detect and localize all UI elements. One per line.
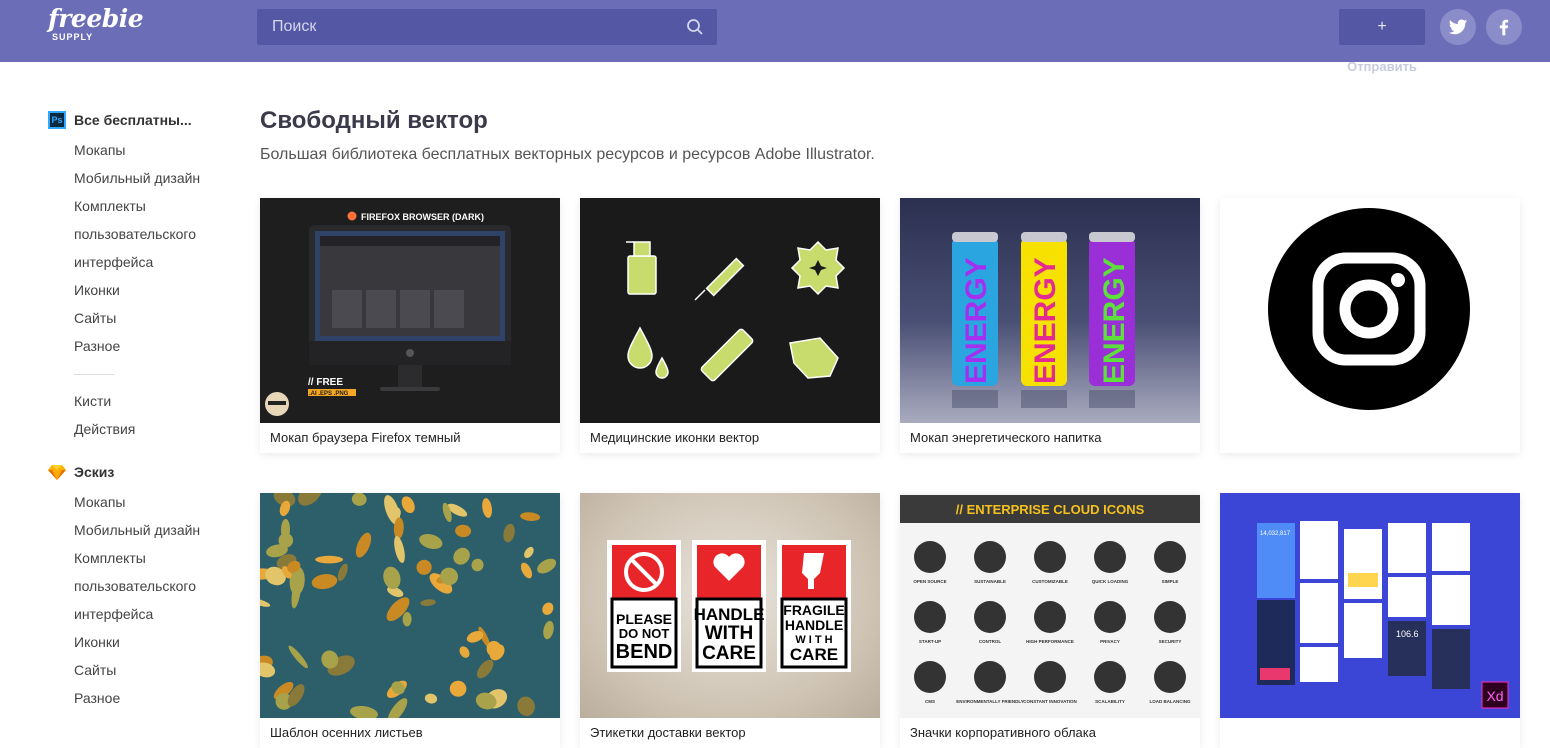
stat-readout: 106.6 xyxy=(1396,629,1419,639)
card-caption[interactable]: Медицинские иконки вектор xyxy=(590,430,759,445)
resource-card[interactable]: Медицинские иконки вектор xyxy=(580,198,880,453)
icon-label: SCALABILITY xyxy=(1095,699,1125,704)
resource-card[interactable] xyxy=(1220,198,1520,453)
site-logo[interactable]: freebie SUPPLY xyxy=(48,4,144,43)
svg-text:HANDLE: HANDLE xyxy=(694,605,765,624)
icon-label: SECURITY xyxy=(1159,639,1182,644)
resource-card[interactable]: FIREFOX BROWSER (DARK) // FREE .AI .EPS … xyxy=(260,198,560,453)
stat-readout: 14,032,817 xyxy=(1260,531,1291,537)
card-thumbnail[interactable]: 14,032,817 106.6 Xd xyxy=(1220,493,1520,718)
card-caption[interactable]: Шаблон осенних листьев xyxy=(270,725,423,740)
svg-text:BEND: BEND xyxy=(616,641,673,663)
card-caption[interactable]: Мокап энергетического напитка xyxy=(910,430,1102,445)
can-text: ENERGY xyxy=(960,257,993,384)
sidebar-item-icons[interactable]: Иконки xyxy=(74,276,218,304)
search-input[interactable]: Поиск xyxy=(257,9,717,45)
instagram-icon xyxy=(1268,208,1470,410)
sidebar-group-title: Эскиз xyxy=(74,464,115,480)
icon-label: SUSTAINABLE xyxy=(974,579,1006,584)
card-thumbnail[interactable]: // ENTERPRISE CLOUD ICONS OPEN SOURCE SUS… xyxy=(900,493,1200,718)
sidebar-item-ui-kits-line2[interactable]: пользовательского xyxy=(74,220,218,248)
icon-label: SIMPLE xyxy=(1162,579,1179,584)
can-text: ENERGY xyxy=(1098,257,1131,384)
thumb-title: FIREFOX BROWSER (DARK) xyxy=(361,212,484,222)
card-thumbnail[interactable]: ENERGY ENERGY ENERGY xyxy=(900,198,1200,423)
sidebar-item-mockups[interactable]: Мокапы xyxy=(74,488,218,516)
page-title: Свободный вектор xyxy=(260,107,488,134)
category-sidebar: Ps Все бесплатны... Мокапы Мобильный диз… xyxy=(48,108,218,712)
sketch-icon xyxy=(48,465,66,480)
icon-label: CONTROL xyxy=(979,639,1001,644)
sidebar-item-mockups[interactable]: Мокапы xyxy=(74,136,218,164)
can-text: ENERGY xyxy=(1029,257,1062,384)
thumb-title: // ENTERPRISE CLOUD ICONS xyxy=(956,502,1145,517)
search-icon[interactable] xyxy=(686,18,704,36)
submit-button[interactable]: + xyxy=(1339,9,1425,45)
sidebar-item-websites[interactable]: Сайты xyxy=(74,656,218,684)
sidebar-item-websites[interactable]: Сайты xyxy=(74,304,218,332)
logo-wordmark: freebie xyxy=(48,4,144,33)
sidebar-item-ui-kits-line3[interactable]: интерфейса xyxy=(74,248,218,276)
svg-text:HANDLE: HANDLE xyxy=(785,617,843,633)
photoshop-icon: Ps xyxy=(48,111,66,129)
card-thumbnail[interactable]: FIREFOX BROWSER (DARK) // FREE .AI .EPS … xyxy=(260,198,560,423)
icon-label: OPEN SOURCE xyxy=(913,579,946,584)
icon-label: START-UP xyxy=(919,639,941,644)
icon-label: PRIVACY xyxy=(1100,639,1120,644)
sidebar-group-title: Все бесплатны... xyxy=(74,112,192,128)
sidebar-group-sketch[interactable]: Эскиз xyxy=(48,460,218,484)
resource-card[interactable]: ENERGY ENERGY ENERGY Мокап энергетическо… xyxy=(900,198,1200,453)
card-thumbnail[interactable] xyxy=(260,493,560,718)
svg-text:FRAGILE: FRAGILE xyxy=(783,602,844,618)
free-badge: // FREE xyxy=(308,377,343,388)
icon-label: QUICK LOADING xyxy=(1092,579,1129,584)
icon-label: ENVIRONMENTALLY FRIENDLY xyxy=(956,699,1024,704)
sidebar-item-mobile-design[interactable]: Мобильный дизайн xyxy=(74,516,218,544)
icon-label: CONSTANT INNOVATION xyxy=(1023,699,1077,704)
icon-label: CMS xyxy=(925,699,935,704)
icon-label: CUSTOMIZABLE xyxy=(1032,579,1068,584)
card-thumbnail[interactable] xyxy=(580,198,880,423)
svg-text:PLEASE: PLEASE xyxy=(616,611,672,627)
svg-text:CARE: CARE xyxy=(790,645,838,664)
card-thumbnail[interactable]: PLEASE DO NOT BEND HANDLE WITH CARE FRAG… xyxy=(580,493,880,718)
search-placeholder: Поиск xyxy=(272,18,317,35)
format-badges: .AI .EPS .PNG xyxy=(309,391,349,397)
sidebar-item-ui-kits-line2[interactable]: пользовательского xyxy=(74,572,218,600)
icon-label: LOAD BALANCING xyxy=(1150,699,1191,704)
sidebar-item-misc[interactable]: Разное xyxy=(74,332,218,360)
sidebar-divider xyxy=(74,374,114,375)
sidebar-item-icons[interactable]: Иконки xyxy=(74,628,218,656)
sidebar-item-actions[interactable]: Действия xyxy=(74,415,218,443)
resource-card[interactable]: PLEASE DO NOT BEND HANDLE WITH CARE FRAG… xyxy=(580,493,880,748)
icon-label: HIGH PERFORMANCE xyxy=(1026,639,1074,644)
xd-icon: Xd xyxy=(1486,688,1503,704)
resource-card[interactable]: // ENTERPRISE CLOUD ICONS OPEN SOURCE SUS… xyxy=(900,493,1200,748)
page-subtitle: Большая библиотека бесплатных векторных … xyxy=(260,146,875,163)
svg-text:WITH: WITH xyxy=(705,623,754,644)
resource-card[interactable]: 14,032,817 106.6 Xd xyxy=(1220,493,1520,748)
svg-text:DO NOT: DO NOT xyxy=(619,626,670,641)
card-caption[interactable]: Этикетки доставки вектор xyxy=(590,725,746,740)
sidebar-item-mobile-design[interactable]: Мобильный дизайн xyxy=(74,164,218,192)
resource-card[interactable]: Шаблон осенних листьев xyxy=(260,493,560,748)
card-caption[interactable]: Значки корпоративного облака xyxy=(910,725,1096,740)
submit-label[interactable]: Отправить xyxy=(1339,59,1425,74)
twitter-icon[interactable] xyxy=(1440,9,1476,45)
sidebar-item-ui-kits[interactable]: Комплекты xyxy=(74,544,218,572)
logo-subtitle: SUPPLY xyxy=(52,32,94,42)
card-caption[interactable]: Мокап браузера Firefox темный xyxy=(270,430,461,445)
top-header: freebie SUPPLY Поиск + xyxy=(0,0,1550,62)
sidebar-item-ui-kits-line3[interactable]: интерфейса xyxy=(74,600,218,628)
sidebar-item-brushes[interactable]: Кисти xyxy=(74,387,218,415)
sidebar-item-misc[interactable]: Разное xyxy=(74,684,218,712)
facebook-icon[interactable] xyxy=(1486,9,1522,45)
card-thumbnail[interactable] xyxy=(1220,198,1520,423)
sidebar-group-photoshop[interactable]: Ps Все бесплатны... xyxy=(48,108,218,132)
sidebar-item-ui-kits[interactable]: Комплекты xyxy=(74,192,218,220)
svg-text:CARE: CARE xyxy=(702,643,756,664)
